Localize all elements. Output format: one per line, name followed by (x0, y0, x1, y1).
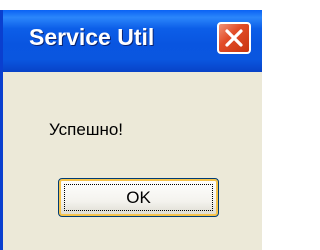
ok-button[interactable]: OK (58, 178, 219, 217)
close-x-icon (225, 29, 243, 47)
close-button[interactable] (217, 22, 251, 54)
message-dialog: Service Util Успешно! OK (0, 10, 262, 250)
window-title: Service Util (29, 24, 155, 50)
title-bar[interactable]: Service Util (3, 10, 262, 72)
ok-button-label: OK (126, 188, 151, 207)
dialog-message: Успешно! (49, 120, 124, 139)
